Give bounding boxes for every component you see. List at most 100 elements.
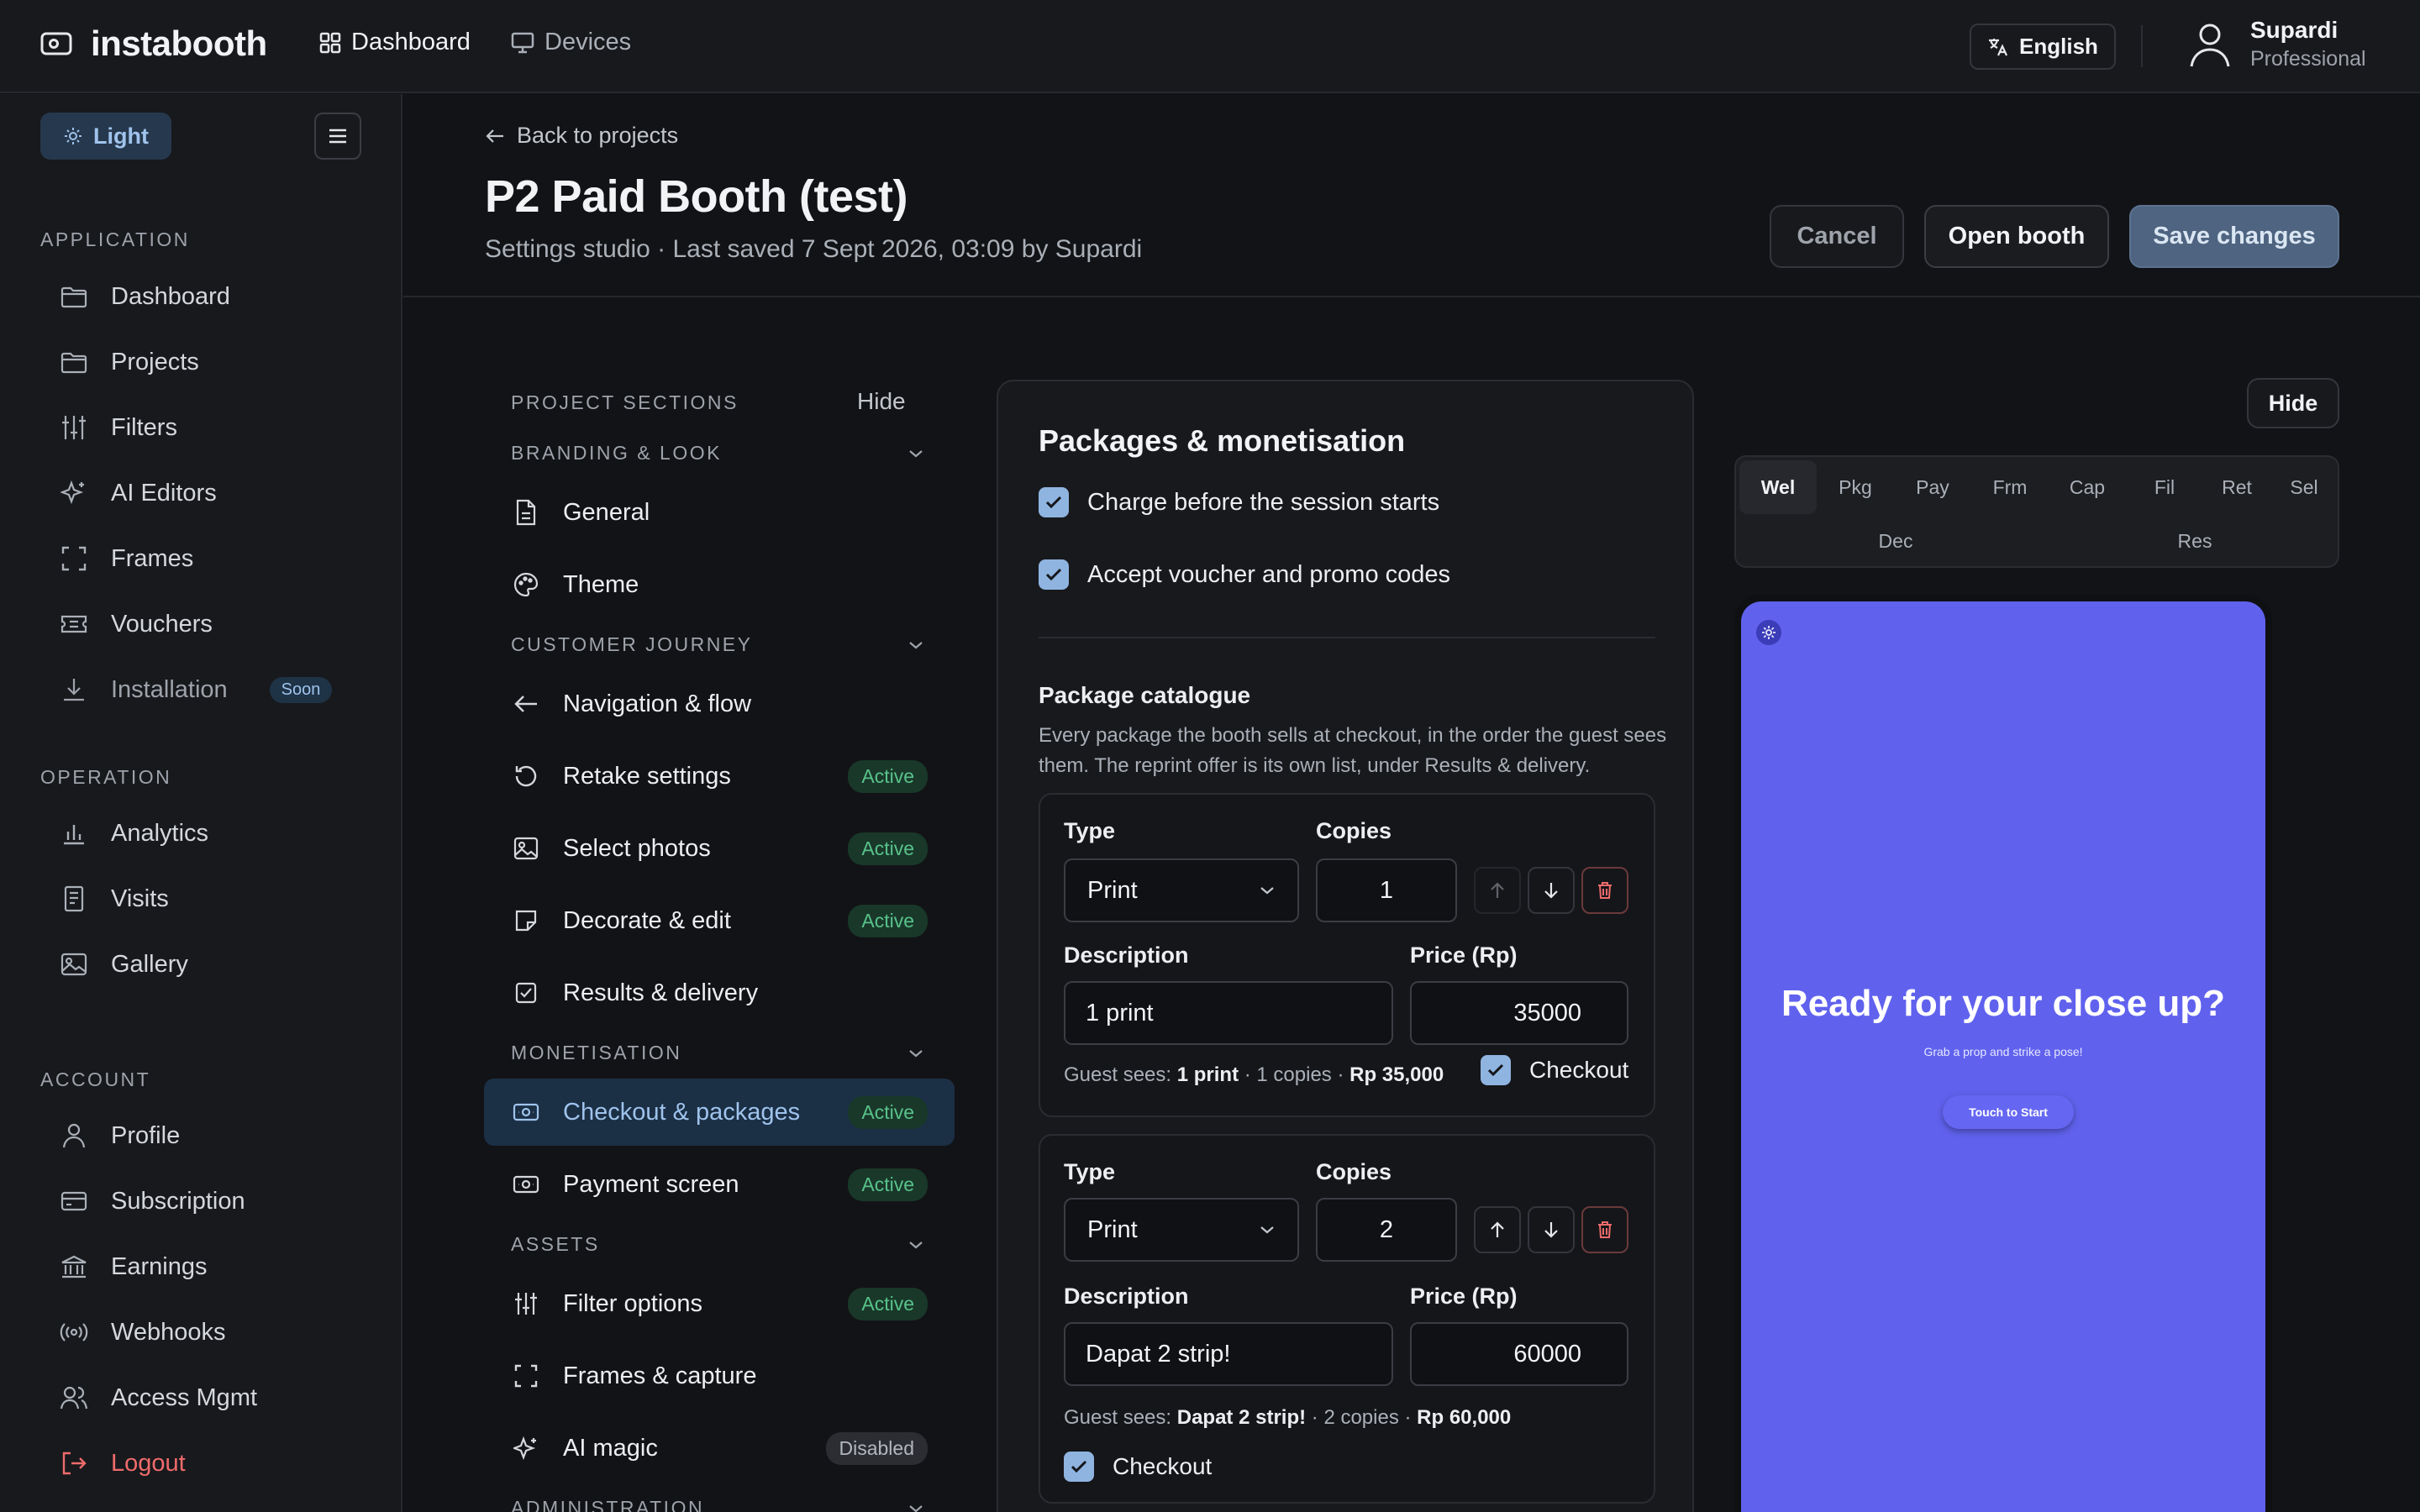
cancel-button[interactable]: Cancel: [1770, 205, 1904, 268]
section-label: Payment screen: [563, 1170, 739, 1198]
guest-copies: · 1 copies ·: [1244, 1063, 1344, 1086]
checkout-checkbox[interactable]: Checkout: [1481, 1055, 1628, 1085]
sidebar-item-profile[interactable]: Profile: [59, 1119, 180, 1152]
sidebar-item-webhooks[interactable]: Webhooks: [59, 1315, 226, 1349]
sidebar-section-operation: OPERATION: [40, 766, 172, 788]
tab-packages[interactable]: Pkg: [1817, 460, 1894, 514]
group-administration[interactable]: ADMINISTRATION: [511, 1497, 924, 1512]
sticky-note-icon: [511, 906, 541, 936]
tab-payment[interactable]: Pay: [1894, 460, 1971, 514]
move-down-button[interactable]: [1528, 1206, 1575, 1253]
section-label: General: [563, 498, 650, 526]
group-customer-journey[interactable]: CUSTOMER JOURNEY: [511, 633, 924, 656]
section-filter-options[interactable]: Filter options Active: [484, 1270, 955, 1337]
section-decorate-edit[interactable]: Decorate & edit Active: [484, 887, 955, 954]
sidebar-item-ai-editors[interactable]: AI Editors: [59, 476, 217, 510]
open-booth-button[interactable]: Open booth: [1924, 205, 2109, 268]
tab-capture[interactable]: Cap: [2049, 460, 2126, 514]
check-icon: [1039, 559, 1069, 590]
preview-screen-title: Ready for your close up?: [1781, 983, 2226, 1024]
section-label: Theme: [563, 570, 639, 598]
price-label: Price (Rp): [1410, 1284, 1518, 1309]
theme-toggle-button[interactable]: Light: [40, 113, 171, 160]
sidebar-item-frames[interactable]: Frames: [59, 542, 193, 575]
move-up-button[interactable]: [1474, 867, 1521, 914]
section-label: Frames & capture: [563, 1362, 757, 1389]
tab-decorate[interactable]: Dec: [1828, 514, 1963, 568]
user-role: Professional: [2250, 47, 2366, 71]
charge-before-checkbox[interactable]: Charge before the session starts: [1039, 487, 1439, 517]
copies-input[interactable]: 2: [1316, 1198, 1457, 1262]
active-badge: Active: [848, 1095, 928, 1129]
topnav-devices-label: Devices: [544, 29, 632, 55]
sidebar-item-logout[interactable]: Logout: [59, 1446, 186, 1480]
sidebar-item-label: Subscription: [111, 1187, 245, 1215]
delete-package-button[interactable]: [1581, 1206, 1628, 1253]
copies-label: Copies: [1316, 818, 1392, 843]
touch-to-start-button[interactable]: Touch to Start: [1943, 1095, 2074, 1129]
section-results-delivery[interactable]: Results & delivery: [484, 959, 955, 1026]
app-logo[interactable]: instabooth: [40, 24, 267, 64]
tab-select[interactable]: Sel: [2270, 460, 2338, 514]
group-monetisation[interactable]: MONETISATION: [511, 1042, 924, 1064]
sidebar-item-vouchers[interactable]: Vouchers: [59, 607, 213, 641]
section-ai-magic[interactable]: AI magic Disabled: [484, 1415, 955, 1482]
settings-icon[interactable]: [1756, 620, 1781, 645]
type-select[interactable]: Print: [1064, 858, 1299, 922]
tab-filters[interactable]: Fil: [2126, 460, 2203, 514]
soon-badge: Soon: [269, 676, 333, 703]
tab-frames[interactable]: Frm: [1971, 460, 2049, 514]
save-changes-button[interactable]: Save changes: [2129, 205, 2339, 268]
sidebar-item-visits[interactable]: Visits: [59, 882, 169, 916]
section-payment-screen[interactable]: Payment screen Active: [484, 1151, 955, 1218]
sidebar-item-gallery[interactable]: Gallery: [59, 948, 188, 981]
checkout-checkbox[interactable]: Checkout: [1064, 1452, 1212, 1482]
sidebar-item-projects[interactable]: Projects: [59, 345, 199, 379]
description-input[interactable]: Dapat 2 strip!: [1064, 1322, 1393, 1386]
tab-retake[interactable]: Ret: [2203, 460, 2270, 514]
preview-hide-button[interactable]: Hide: [2247, 378, 2339, 428]
sidebar-item-access-mgmt[interactable]: Access Mgmt: [59, 1381, 257, 1415]
price-input[interactable]: 60000: [1410, 1322, 1628, 1386]
sidebar-item-earnings[interactable]: Earnings: [59, 1250, 207, 1284]
accept-voucher-checkbox[interactable]: Accept voucher and promo codes: [1039, 559, 1450, 590]
sidebar-item-label: Filters: [111, 413, 177, 441]
tab-results[interactable]: Res: [2128, 514, 2262, 568]
topnav-dashboard[interactable]: Dashboard: [319, 29, 471, 56]
language-button[interactable]: English: [1970, 24, 2116, 70]
group-branding[interactable]: BRANDING & LOOK: [511, 442, 924, 465]
move-up-button[interactable]: [1474, 1206, 1521, 1253]
group-assets[interactable]: ASSETS: [511, 1233, 924, 1256]
section-retake-settings[interactable]: Retake settings Active: [484, 743, 955, 810]
chevron-down-icon: [1259, 1225, 1276, 1235]
move-down-button[interactable]: [1528, 867, 1575, 914]
price-label: Price (Rp): [1410, 942, 1518, 968]
section-theme[interactable]: Theme: [484, 551, 955, 618]
section-frames-capture[interactable]: Frames & capture: [484, 1342, 955, 1410]
sidebar-item-dashboard[interactable]: Dashboard: [59, 280, 230, 313]
section-select-photos[interactable]: Select photos Active: [484, 815, 955, 882]
section-general[interactable]: General: [484, 479, 955, 546]
sidebar-item-filters[interactable]: Filters: [59, 411, 177, 444]
type-select[interactable]: Print: [1064, 1198, 1299, 1262]
back-to-projects-link[interactable]: Back to projects: [485, 123, 678, 149]
broadcast-icon: [59, 1317, 89, 1347]
topnav-devices[interactable]: Devices: [511, 29, 631, 56]
user-menu[interactable]: Supardi Professional: [2188, 17, 2366, 71]
section-checkout-packages[interactable]: Checkout & packages Active: [484, 1079, 955, 1146]
description-input[interactable]: 1 print: [1064, 981, 1393, 1045]
image-icon: [59, 949, 89, 979]
delete-package-button[interactable]: [1581, 867, 1628, 914]
tab-welcome[interactable]: Wel: [1739, 460, 1817, 514]
price-input[interactable]: 35000: [1410, 981, 1628, 1045]
section-navigation-flow[interactable]: Navigation & flow: [484, 670, 955, 738]
section-label: Checkout & packages: [563, 1098, 801, 1126]
sidebar-item-subscription[interactable]: Subscription: [59, 1184, 245, 1218]
copies-input[interactable]: 1: [1316, 858, 1457, 922]
top-bar: instabooth Dashboard Devices English Sup…: [0, 0, 2420, 93]
sidebar-item-analytics[interactable]: Analytics: [59, 816, 208, 850]
topnav-dashboard-label: Dashboard: [351, 29, 471, 55]
project-sections-hide-button[interactable]: Hide: [857, 388, 906, 415]
sidebar-collapse-button[interactable]: [314, 113, 361, 160]
sidebar-item-installation[interactable]: Installation Soon: [59, 673, 333, 706]
